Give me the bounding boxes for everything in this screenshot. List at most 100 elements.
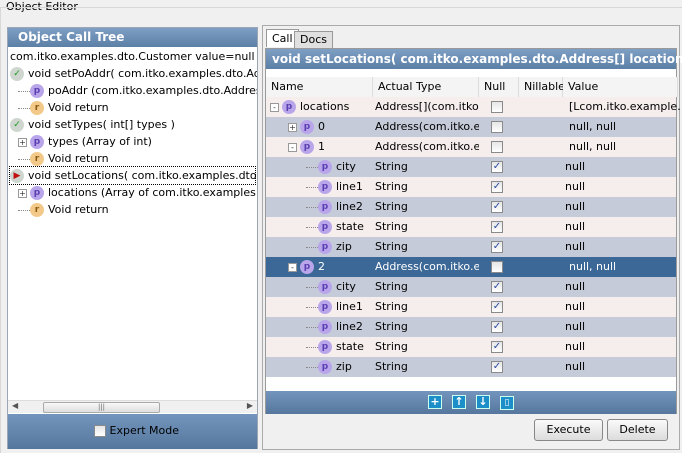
scroll-left-icon[interactable]: ◀ [12, 401, 18, 410]
call-tree[interactable]: com.itko.examples.dto.Customer value=nul… [8, 47, 257, 400]
row-value[interactable]: null [565, 197, 678, 217]
checkbox[interactable] [94, 425, 106, 437]
row-value[interactable]: null [565, 217, 678, 237]
expand-icon[interactable]: + [18, 137, 27, 147]
null-checkbox[interactable]: ✓ [491, 281, 503, 293]
null-checkbox[interactable] [491, 141, 503, 153]
return-icon: r [30, 203, 44, 217]
move-down-icon[interactable]: ↓ [476, 395, 490, 409]
table-row[interactable]: -p1 Address(com.itko.e… null, null [266, 137, 676, 157]
table-row[interactable]: p line1 String ✓ null [266, 177, 676, 197]
parameter-icon: p [30, 84, 44, 98]
call-tree-header: Object Call Tree [8, 28, 257, 47]
table-row[interactable]: - p locations Address[](com.itko… [Lcom.it… [266, 97, 682, 117]
row-value[interactable]: null [565, 237, 678, 257]
null-checkbox[interactable] [491, 121, 503, 133]
expand-icon[interactable]: - [288, 262, 297, 272]
null-checkbox[interactable] [491, 261, 503, 273]
table-row[interactable]: p zip String ✓ null [266, 357, 676, 377]
row-value[interactable]: null, null [569, 257, 682, 277]
row-value[interactable]: null [565, 277, 678, 297]
column-header[interactable]: Actual Type [373, 77, 479, 97]
row-name: 0 [318, 120, 325, 133]
scroll-right-icon[interactable]: ▶ [247, 401, 253, 410]
row-type: Address(com.itko.e… [375, 260, 479, 273]
row-value[interactable]: null, null [569, 117, 682, 137]
parameter-icon: p [318, 180, 332, 194]
move-up-icon[interactable]: ↑ [452, 395, 466, 409]
tree-node[interactable]: ✓ void setPoAddr( com.itko.examples.dto.A… [10, 65, 257, 82]
row-type: String [375, 360, 408, 373]
row-name: line1 [336, 300, 363, 313]
parameter-icon: p [300, 260, 314, 274]
tree-node[interactable]: r Void return [18, 201, 109, 218]
table-toolbar: + ↑ ↓ ▯ [266, 391, 676, 414]
table-row[interactable]: p city String ✓ null [266, 277, 676, 297]
column-header[interactable]: Value [563, 77, 678, 97]
tab-docs[interactable]: Docs [294, 31, 333, 49]
row-type: String [375, 300, 408, 313]
tree-node-label: void setPoAddr( com.itko.examples.dto.Ad… [28, 67, 257, 80]
table-row[interactable]: p state String ✓ null [266, 217, 676, 237]
table-row[interactable]: p city String ✓ null [266, 157, 676, 177]
parameter-icon: p [318, 360, 332, 374]
expert-mode-checkbox[interactable]: Expert Mode [94, 424, 179, 437]
null-checkbox[interactable]: ✓ [491, 201, 503, 213]
column-header[interactable]: Nillable [519, 77, 565, 97]
row-name: zip [336, 360, 352, 373]
parameter-icon: p [318, 220, 332, 234]
trash-icon[interactable]: ▯ [500, 396, 514, 410]
column-header[interactable]: Null [479, 77, 519, 97]
null-checkbox[interactable]: ✓ [491, 221, 503, 233]
tree-node[interactable]: r Void return [18, 99, 109, 116]
column-header[interactable]: Name [266, 77, 373, 97]
table-row[interactable]: p line2 String ✓ null [266, 197, 676, 217]
expand-icon[interactable]: + [18, 188, 27, 198]
row-value[interactable]: null [565, 177, 678, 197]
table-row[interactable]: p zip String ✓ null [266, 237, 676, 257]
table-row[interactable]: +p0 Address(com.itko.e… null, null [266, 117, 676, 137]
table-row[interactable]: -p2 Address(com.itko.e… null, null [266, 257, 676, 277]
null-checkbox[interactable]: ✓ [491, 181, 503, 193]
parameter-icon: p [318, 240, 332, 254]
table-row[interactable]: p line1 String ✓ null [266, 297, 676, 317]
parameter-icon: p [300, 140, 314, 154]
tree-node[interactable]: + p types (Array of int) [18, 133, 152, 150]
null-checkbox[interactable]: ✓ [491, 301, 503, 313]
tree-node[interactable]: +p locations (Array of com.itko.examples.… [18, 184, 257, 201]
row-value[interactable]: null [565, 317, 678, 337]
scrollbar-thumb[interactable]: ||| [43, 402, 160, 413]
row-value[interactable]: null [565, 157, 678, 177]
null-checkbox[interactable] [491, 101, 503, 113]
expand-icon[interactable]: - [270, 102, 279, 112]
parameter-icon: p [318, 280, 332, 294]
null-checkbox[interactable]: ✓ [491, 321, 503, 333]
row-type: String [375, 320, 408, 333]
expand-icon[interactable]: + [288, 122, 297, 132]
null-checkbox[interactable]: ✓ [491, 241, 503, 253]
tree-node[interactable]: p poAddr (com.itko.examples.dto.Address v… [18, 82, 257, 99]
tree-node[interactable]: r Void return [18, 150, 109, 167]
horizontal-scrollbar[interactable]: ◀ ||| ▶ [8, 400, 257, 413]
row-name: state [336, 340, 364, 353]
table-row[interactable]: p state String ✓ null [266, 337, 676, 357]
parameter-icon: p [300, 120, 314, 134]
null-checkbox[interactable]: ✓ [491, 361, 503, 373]
null-checkbox[interactable]: ✓ [491, 341, 503, 353]
row-value[interactable]: null, null [569, 137, 682, 157]
row-value[interactable]: [Lcom.itko.example… [569, 97, 682, 117]
add-icon[interactable]: + [428, 395, 442, 409]
execute-button[interactable]: Execute [534, 419, 603, 441]
method-ok-icon: ✓ [10, 67, 24, 81]
row-value[interactable]: null [565, 297, 678, 317]
row-value[interactable]: null [565, 337, 678, 357]
null-checkbox[interactable]: ✓ [491, 161, 503, 173]
tree-node[interactable]: ✓ void setTypes( int[] types ) [10, 116, 175, 133]
tree-node[interactable]: com.itko.examples.dto.Customer value=nul… [10, 48, 257, 65]
delete-button[interactable]: Delete [607, 419, 668, 441]
expand-icon[interactable]: - [288, 142, 297, 152]
row-value[interactable]: null [565, 357, 678, 377]
tree-node[interactable]: ▶ void setLocations( com.itko.examples.dt… [9, 166, 257, 185]
table-row[interactable]: p line2 String ✓ null [266, 317, 676, 337]
row-type: String [375, 220, 408, 233]
